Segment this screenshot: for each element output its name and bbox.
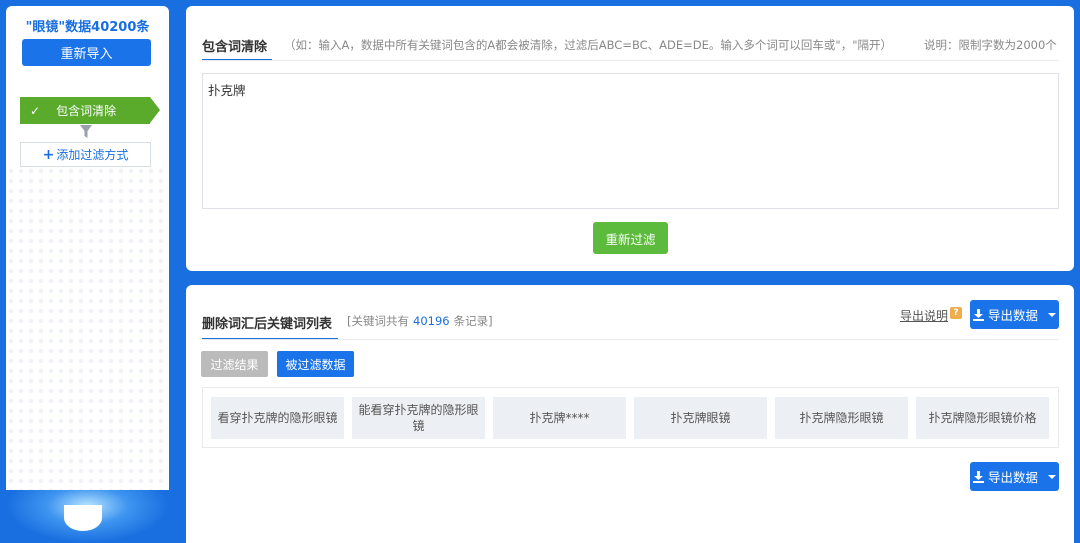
tab-filter-result[interactable]: 过滤结果 [201, 351, 268, 377]
export-data-button[interactable]: 导出数据 [970, 300, 1059, 329]
char-limit-note: 说明：限制字数为2000个 [924, 38, 1057, 52]
keyword-list: 看穿扑克牌的隐形眼镜 能看穿扑克牌的隐形眼镜 扑克牌**** 扑克牌眼镜 扑克牌… [202, 387, 1059, 448]
add-filter-button[interactable]: + 添加过滤方式 [20, 142, 151, 167]
usage-hint: （如：输入A，数据中所有关键词包含的A都会被清除，过滤后ABC=BC、ADE=D… [284, 38, 892, 52]
caret-down-icon [1048, 312, 1056, 317]
add-filter-label: 添加过滤方式 [56, 148, 129, 162]
divider [202, 60, 1059, 61]
record-count: [关键词共有 40196 条记录] [347, 313, 493, 329]
step-include-word-clear[interactable]: ✓ 包含词清除 [20, 97, 160, 124]
keyword-list-panel: 删除词汇后关键词列表 [关键词共有 40196 条记录] 导出说明 ? 导出数据 过… [186, 285, 1074, 543]
divider [202, 339, 1059, 340]
step-label: 包含词清除 [56, 104, 117, 118]
keyword-chip[interactable]: 能看穿扑克牌的隐形眼镜 [352, 397, 485, 439]
keyword-chip[interactable]: 扑克牌隐形眼镜 [775, 397, 908, 439]
sidebar-notch [64, 505, 102, 531]
count-prefix: [关键词共有 [347, 314, 409, 328]
help-icon[interactable]: ? [950, 307, 962, 319]
keyword-chip[interactable]: 扑克牌隐形眼镜价格 [916, 397, 1049, 439]
keyword-chip[interactable]: 扑克牌眼镜 [634, 397, 767, 439]
funnel-icon [80, 125, 92, 138]
export-data-button-bottom[interactable]: 导出数据 [970, 462, 1059, 491]
reimport-button[interactable]: 重新导入 [22, 39, 151, 66]
refilter-button[interactable]: 重新过滤 [593, 222, 668, 254]
check-icon: ✓ [30, 103, 41, 118]
plus-icon: + [42, 146, 55, 163]
export-label: 导出数据 [987, 470, 1038, 485]
tab-filtered-data[interactable]: 被过滤数据 [277, 351, 354, 377]
tab-include-word-clear[interactable]: 包含词清除 [202, 36, 267, 55]
sidebar: "眼镜"数据40200条 重新导入 ✓ 包含词清除 + 添加过滤方式 [6, 6, 169, 526]
caret-down-icon [1048, 474, 1056, 479]
count-suffix: 条记录] [453, 314, 493, 328]
keyword-chip[interactable]: 看穿扑克牌的隐形眼镜 [211, 397, 344, 439]
tab-keyword-list[interactable]: 删除词汇后关键词列表 [202, 313, 332, 332]
keyword-textarea[interactable] [202, 73, 1059, 209]
export-help-link[interactable]: 导出说明 [900, 307, 948, 324]
export-label: 导出数据 [987, 308, 1038, 323]
count-value: 40196 [413, 314, 450, 328]
keyword-chip[interactable]: 扑克牌**** [493, 397, 626, 439]
download-icon [972, 308, 984, 321]
include-word-panel: 包含词清除 （如：输入A，数据中所有关键词包含的A都会被清除，过滤后ABC=BC… [186, 6, 1074, 271]
dataset-title: "眼镜"数据40200条 [25, 20, 150, 35]
download-icon [972, 470, 984, 483]
